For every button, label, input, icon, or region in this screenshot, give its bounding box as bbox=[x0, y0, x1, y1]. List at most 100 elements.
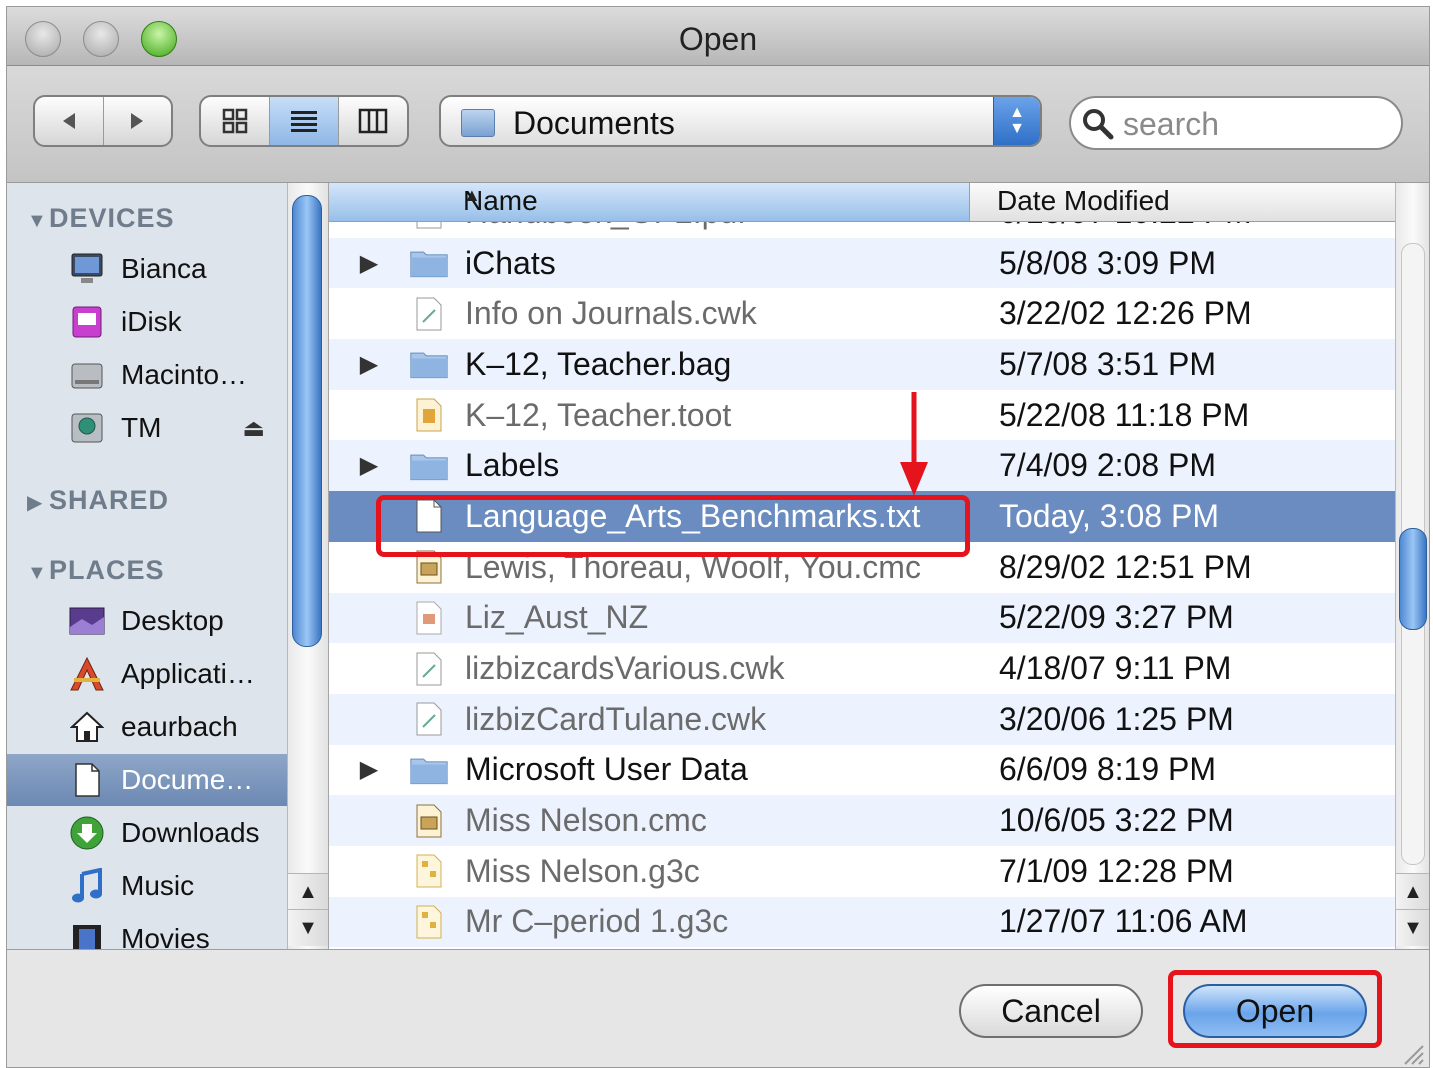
sidebar-item-idisk[interactable]: iDisk bbox=[7, 296, 287, 348]
document-icon bbox=[409, 851, 449, 891]
music-icon bbox=[67, 866, 107, 906]
file-row-mr-c-period-1[interactable]: Mr C–period 1.g3c 1/27/07 11:06 AM bbox=[329, 896, 1395, 948]
file-row-lizbizcard-tulane[interactable]: lizbizCardTulane.cwk 3/20/06 1:25 PM bbox=[329, 693, 1395, 745]
location-popup[interactable]: Documents ▲ ▼ bbox=[439, 95, 1042, 147]
name-column-header[interactable]: Name ▲ bbox=[329, 183, 970, 221]
file-rows: Handbook_GP2.pdf 6/18/97 10:22 PM ▶ iCha… bbox=[329, 194, 1395, 948]
location-label: Documents bbox=[513, 105, 675, 141]
disclosure-closed-icon: ▶ bbox=[27, 492, 44, 514]
list-view-icon bbox=[291, 111, 317, 132]
document-icon bbox=[409, 294, 449, 334]
document-icon bbox=[409, 649, 449, 689]
file-list-scrollbar[interactable]: ▲ ▼ bbox=[1395, 183, 1429, 949]
title-bar: Open bbox=[7, 7, 1429, 66]
forward-button[interactable] bbox=[104, 97, 172, 145]
view-mode-control bbox=[199, 95, 409, 147]
document-icon bbox=[409, 598, 449, 638]
disclosure-triangle-icon[interactable]: ▶ bbox=[329, 249, 409, 278]
sidebar-item-downloads[interactable]: Downloads bbox=[7, 807, 287, 859]
back-arrow-icon bbox=[62, 113, 75, 129]
disclosure-triangle-icon[interactable]: ▶ bbox=[329, 451, 409, 480]
folder-icon bbox=[409, 446, 449, 486]
sidebar-item-bianca[interactable]: Bianca bbox=[7, 243, 287, 295]
disclosure-open-icon: ▼ bbox=[27, 210, 48, 232]
back-button[interactable] bbox=[35, 97, 104, 145]
downloads-icon bbox=[67, 813, 107, 853]
file-row-lewis-thoreau[interactable]: Lewis, Thoreau, Woolf, You.cmc 8/29/02 1… bbox=[329, 542, 1395, 593]
document-icon bbox=[409, 699, 449, 739]
sidebar-scroll-down-arrow-icon[interactable]: ▼ bbox=[288, 909, 328, 946]
file-row-k12-teacher-bag[interactable]: ▶ K–12, Teacher.bag 5/7/08 3:51 PM bbox=[329, 339, 1395, 390]
computer-icon bbox=[67, 249, 107, 289]
resize-grip-icon[interactable] bbox=[1399, 1040, 1425, 1066]
file-row-lizbizcards-various[interactable]: lizbizcardsVarious.cwk 4/18/07 9:11 PM bbox=[329, 643, 1395, 694]
sidebar-item-tm[interactable]: TM ⏏ bbox=[7, 402, 287, 454]
disclosure-triangle-icon[interactable]: ▶ bbox=[329, 755, 409, 784]
folder-icon bbox=[409, 750, 449, 790]
folder-icon bbox=[409, 243, 449, 283]
sidebar-scroll-thumb[interactable] bbox=[292, 195, 322, 647]
sidebar-scrollbar[interactable]: ▲ ▼ bbox=[287, 183, 329, 949]
search-field bbox=[1069, 96, 1403, 150]
list-scroll-down-arrow-icon[interactable]: ▼ bbox=[1396, 909, 1429, 946]
hard-drive-icon bbox=[67, 355, 107, 395]
list-scroll-up-arrow-icon[interactable]: ▲ bbox=[1396, 873, 1429, 910]
file-list: Handbook_GP2.pdf 6/18/97 10:22 PM ▶ iCha… bbox=[329, 183, 1395, 949]
cancel-button[interactable]: Cancel bbox=[959, 984, 1143, 1038]
file-row-microsoft-user-data[interactable]: ▶ Microsoft User Data 6/6/09 8:19 PM bbox=[329, 745, 1395, 796]
column-view-button[interactable] bbox=[339, 97, 407, 145]
folder-icon bbox=[409, 344, 449, 384]
disclosure-triangle-icon[interactable]: ▶ bbox=[329, 350, 409, 379]
sidebar-item-documents[interactable]: Docume… bbox=[7, 754, 287, 806]
popup-arrows-icon: ▲ ▼ bbox=[993, 97, 1040, 145]
sidebar-item-movies[interactable]: Movies bbox=[7, 913, 287, 949]
icon-view-button[interactable] bbox=[201, 97, 270, 145]
sidebar-item-desktop[interactable]: Desktop bbox=[7, 595, 287, 647]
file-row-miss-nelson-cmc[interactable]: Miss Nelson.cmc 10/6/05 3:22 PM bbox=[329, 795, 1395, 846]
button-bar: Cancel Open bbox=[7, 949, 1429, 1067]
documents-icon bbox=[67, 760, 107, 800]
file-list-scroll-thumb[interactable] bbox=[1399, 528, 1427, 630]
movies-icon bbox=[67, 919, 107, 949]
document-icon bbox=[409, 902, 449, 942]
window-title: Open bbox=[678, 21, 758, 57]
list-view-button[interactable] bbox=[270, 97, 339, 145]
search-icon bbox=[1083, 109, 1114, 140]
document-icon bbox=[409, 395, 449, 435]
date-modified-column-header[interactable]: Date Modified bbox=[997, 185, 1170, 217]
time-machine-icon bbox=[67, 408, 107, 448]
open-button[interactable]: Open bbox=[1183, 984, 1367, 1038]
forward-arrow-icon bbox=[131, 113, 144, 129]
sidebar-item-applications[interactable]: Applicati… bbox=[7, 648, 287, 700]
idisk-icon bbox=[67, 302, 107, 342]
disclosure-open-icon: ▼ bbox=[27, 562, 48, 584]
sidebar-section-places[interactable]: ▼PLACES bbox=[27, 555, 165, 586]
home-icon bbox=[67, 707, 107, 747]
file-row-info-on-journals[interactable]: Info on Journals.cwk 3/22/02 12:26 PM bbox=[329, 288, 1395, 339]
sidebar-item-music[interactable]: Music bbox=[7, 860, 287, 912]
document-icon bbox=[409, 801, 449, 841]
file-row-ichats[interactable]: ▶ iChats 5/8/08 3:09 PM bbox=[329, 237, 1395, 289]
text-file-icon bbox=[409, 496, 449, 536]
sidebar-scroll-up-arrow-icon[interactable]: ▲ bbox=[288, 873, 328, 910]
eject-icon[interactable]: ⏏ bbox=[242, 414, 265, 443]
open-dialog: Open Documents ▲ ▼ search ▼DEVICES Bianc… bbox=[6, 6, 1430, 1068]
folder-icon bbox=[461, 109, 495, 137]
sidebar-item-eaurbach[interactable]: eaurbach bbox=[7, 701, 287, 753]
column-view-icon bbox=[358, 108, 388, 134]
file-row-miss-nelson-g3c[interactable]: Miss Nelson.g3c 7/1/09 12:28 PM bbox=[329, 846, 1395, 897]
file-row-k12-teacher-toot[interactable]: K–12, Teacher.toot 5/22/08 11:18 PM bbox=[329, 390, 1395, 441]
toolbar: Documents ▲ ▼ bbox=[7, 66, 1429, 183]
file-row-labels[interactable]: ▶ Labels 7/4/09 2:08 PM bbox=[329, 440, 1395, 492]
back-forward-control bbox=[33, 95, 173, 147]
desktop-icon bbox=[67, 601, 107, 641]
search-input[interactable] bbox=[1121, 106, 1385, 142]
applications-icon bbox=[67, 654, 107, 694]
sidebar-item-macintosh[interactable]: Macinto… bbox=[7, 349, 287, 401]
sidebar-section-devices[interactable]: ▼DEVICES bbox=[27, 203, 175, 234]
icon-view-icon bbox=[222, 108, 248, 134]
file-row-language-arts-benchmarks[interactable]: Language_Arts_Benchmarks.txt Today, 3:08… bbox=[329, 491, 1395, 542]
sidebar: ▼DEVICES Bianca iDisk Macinto… TM ⏏ ▶ SHA… bbox=[7, 183, 287, 949]
file-row-liz-aust-nz[interactable]: Liz_Aust_NZ 5/22/09 3:27 PM bbox=[329, 592, 1395, 644]
sidebar-section-shared[interactable]: ▶ SHARED bbox=[27, 485, 169, 516]
